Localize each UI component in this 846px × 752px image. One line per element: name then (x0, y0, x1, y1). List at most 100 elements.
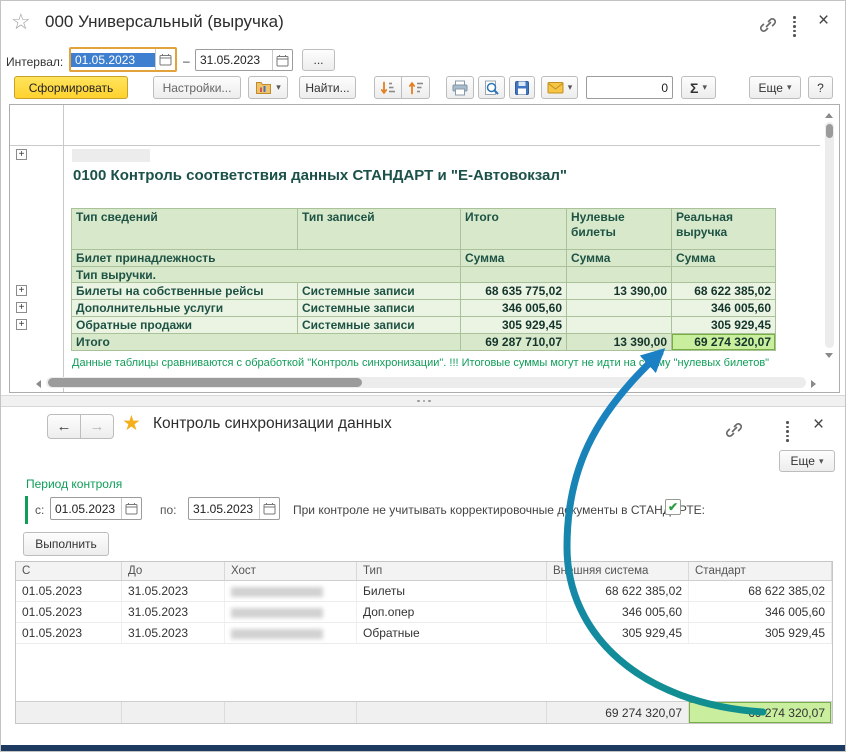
totals-label[interactable]: Итого (72, 334, 461, 351)
cell-real[interactable]: 305 929,45 (672, 317, 776, 334)
sync-results-table: С До Хост Тип Внешняя система Стандарт 0… (15, 561, 833, 724)
cell-real[interactable]: 346 005,60 (672, 300, 776, 317)
col-header[interactable]: С (16, 562, 122, 580)
cell-zero[interactable] (567, 317, 672, 334)
scroll-right-icon[interactable] (811, 380, 816, 388)
settings-button[interactable]: Настройки... (153, 76, 241, 99)
sort-descending-button[interactable] (374, 76, 402, 99)
mail-icon (547, 81, 564, 94)
horizontal-scrollbar-thumb[interactable] (48, 378, 362, 387)
forward-arrow-icon: → (90, 418, 105, 435)
col-header: Реальная выручка (672, 209, 776, 250)
period-to-value[interactable]: 31.05.2023 (189, 502, 259, 516)
period-group-label: Период контроля (26, 477, 122, 491)
cell-total[interactable]: 68 635 775,02 (461, 283, 567, 300)
close-icon[interactable]: × (818, 10, 829, 32)
totals-external: 69 274 320,07 (547, 702, 689, 723)
print-button[interactable] (446, 76, 474, 99)
row-expander[interactable]: + (16, 302, 27, 313)
save-button[interactable] (509, 76, 535, 99)
more-button[interactable]: Еще ▾ (779, 450, 835, 472)
totals-zero[interactable]: 13 390,00 (567, 334, 672, 351)
from-label: с: (35, 503, 44, 517)
more-button[interactable]: Еще ▾ (749, 76, 801, 99)
cell-records[interactable]: Системные записи (298, 283, 461, 300)
col-header[interactable]: Стандарт (689, 562, 832, 580)
counter-field[interactable]: 0 (586, 76, 673, 99)
more-dots-icon[interactable] (786, 421, 789, 442)
cell-type[interactable]: Обратные продажи (72, 317, 298, 334)
totals-total[interactable]: 69 287 710,07 (461, 334, 567, 351)
vertical-scrollbar-thumb[interactable] (826, 124, 833, 138)
link-icon[interactable] (724, 420, 744, 440)
to-label: по: (160, 503, 177, 517)
interval-more-button[interactable]: ... (302, 49, 335, 71)
nav-back-button[interactable]: ← (47, 414, 81, 439)
period-to-field[interactable]: 31.05.2023 (188, 497, 280, 520)
send-mail-button[interactable]: ▾ (541, 76, 578, 99)
chevron-down-icon: ▾ (568, 83, 573, 92)
find-button[interactable]: Найти... (299, 76, 356, 99)
col-header[interactable]: Внешняя система (547, 562, 689, 580)
col-header: Итого (461, 209, 567, 250)
sort-ascending-button[interactable] (401, 76, 430, 99)
calendar-icon[interactable] (272, 50, 292, 70)
more-dots-icon[interactable] (793, 16, 796, 37)
interval-from-value[interactable]: 01.05.2023 (71, 53, 155, 67)
vertical-scrollbar[interactable] (825, 122, 834, 348)
generate-button[interactable]: Сформировать (14, 76, 128, 99)
cell-type[interactable]: Дополнительные услуги (72, 300, 298, 317)
table-row[interactable]: 01.05.2023 31.05.2023 Обратные 305 929,4… (16, 623, 832, 644)
row-expander[interactable]: + (16, 319, 27, 330)
cell-real[interactable]: 68 622 385,02 (672, 283, 776, 300)
period-from-field[interactable]: 01.05.2023 (50, 497, 142, 520)
favorite-star-filled-icon[interactable]: ★ (122, 411, 141, 436)
cell-total[interactable]: 305 929,45 (461, 317, 567, 334)
ignore-corrections-checkbox[interactable]: ✔ (665, 499, 681, 515)
calendar-icon[interactable] (259, 498, 279, 519)
scroll-up-icon[interactable] (825, 113, 833, 118)
interval-from-field[interactable]: 01.05.2023 (69, 47, 177, 72)
interval-to-value[interactable]: 31.05.2023 (196, 53, 272, 67)
folder-report-icon (255, 80, 272, 95)
more-button-label: Еще (791, 454, 815, 468)
table-row[interactable]: 01.05.2023 31.05.2023 Доп.опер 346 005,6… (16, 602, 832, 623)
cell-zero[interactable] (567, 300, 672, 317)
report-variants-button[interactable]: ▾ (248, 76, 288, 99)
calendar-icon[interactable] (155, 49, 175, 70)
interval-to-field[interactable]: 31.05.2023 (195, 49, 293, 71)
cell-external: 305 929,45 (547, 623, 689, 643)
calendar-icon[interactable] (121, 498, 141, 519)
close-icon[interactable]: × (813, 414, 824, 436)
counter-value[interactable]: 0 (587, 81, 672, 95)
scroll-left-icon[interactable] (36, 380, 41, 388)
app-canvas: ☆ 000 Универсальный (выручка) × Интервал… (0, 0, 846, 752)
link-icon[interactable] (758, 15, 778, 35)
row-header: Билет принадлежность (72, 250, 461, 267)
totals-real-highlighted[interactable]: 69 274 320,07 (672, 334, 776, 351)
scroll-down-icon[interactable] (825, 353, 833, 358)
help-button[interactable]: ? (808, 76, 833, 99)
cell-type[interactable]: Билеты на собственные рейсы (72, 283, 298, 300)
preview-icon (483, 80, 500, 96)
cell-total[interactable]: 346 005,60 (461, 300, 567, 317)
nav-forward-button[interactable]: → (80, 414, 114, 439)
col-header: Нулевые билеты (567, 209, 672, 250)
sum-button[interactable]: Σ ▾ (681, 76, 716, 99)
window-splitter[interactable] (1, 395, 846, 407)
row-expander[interactable]: + (16, 285, 27, 296)
cell-zero[interactable]: 13 390,00 (567, 283, 672, 300)
favorite-star-icon[interactable]: ☆ (11, 9, 31, 35)
cell-records[interactable]: Системные записи (298, 317, 461, 334)
row-divider (10, 145, 820, 146)
cell-records[interactable]: Системные записи (298, 300, 461, 317)
preview-button[interactable] (478, 76, 505, 99)
empty-header-cell (567, 267, 672, 283)
col-header[interactable]: До (122, 562, 225, 580)
group-expander[interactable]: + (16, 149, 27, 160)
table-row[interactable]: 01.05.2023 31.05.2023 Билеты 68 622 385,… (16, 581, 832, 602)
col-header[interactable]: Тип (357, 562, 547, 580)
period-from-value[interactable]: 01.05.2023 (51, 502, 121, 516)
col-header[interactable]: Хост (225, 562, 357, 580)
run-button[interactable]: Выполнить (23, 532, 109, 556)
